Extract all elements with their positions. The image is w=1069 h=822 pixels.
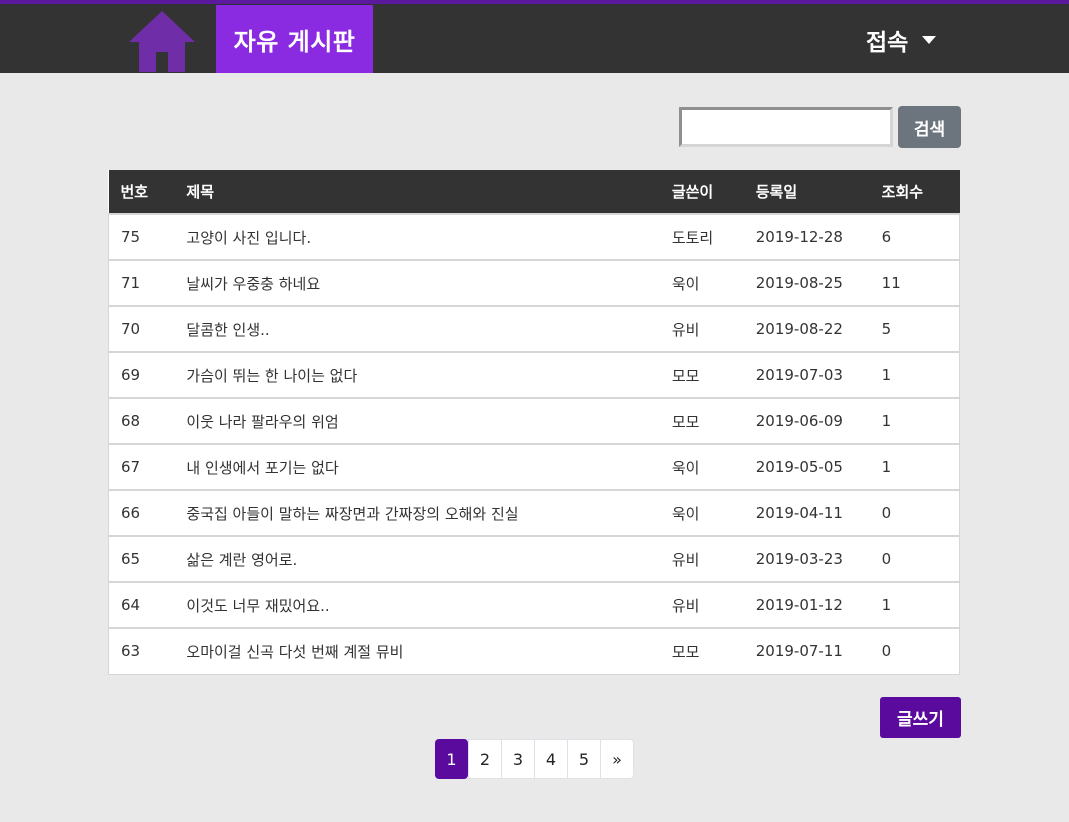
table-header-row: 번호 제목 글쓴이 등록일 조회수 bbox=[108, 170, 960, 214]
post-author: 모모 bbox=[659, 397, 744, 444]
connect-label: 접속 bbox=[866, 30, 909, 56]
post-title-link[interactable]: 이것도 너무 재밌어요.. bbox=[174, 581, 660, 628]
page-link-2[interactable]: 2 bbox=[468, 740, 501, 778]
search-input[interactable] bbox=[679, 107, 893, 147]
post-date: 2019-05-05 bbox=[743, 443, 870, 490]
post-views: 0 bbox=[869, 489, 960, 536]
post-number: 70 bbox=[108, 305, 175, 352]
table-row[interactable]: 66 중국집 아들이 말하는 짜장면과 간짜장의 오해와 진실 욱이 2019-… bbox=[108, 489, 960, 536]
post-author: 욱이 bbox=[659, 489, 744, 536]
post-number: 75 bbox=[108, 213, 175, 260]
post-author: 모모 bbox=[659, 351, 744, 398]
connect-dropdown[interactable]: 접속 bbox=[866, 24, 937, 56]
post-date: 2019-01-12 bbox=[743, 581, 870, 628]
post-title-link[interactable]: 삶은 계란 영어로. bbox=[174, 535, 660, 582]
post-title-link[interactable]: 날씨가 우중충 하네요 bbox=[174, 259, 660, 306]
page-link-5[interactable]: 5 bbox=[567, 740, 600, 778]
table-row[interactable]: 71 날씨가 우중충 하네요 욱이 2019-08-25 11 bbox=[108, 259, 960, 306]
post-date: 2019-03-23 bbox=[743, 535, 870, 582]
post-author: 욱이 bbox=[659, 443, 744, 490]
table-row[interactable]: 63 오마이걸 신곡 다섯 번째 계절 뮤비 모모 2019-07-11 0 bbox=[108, 627, 960, 675]
house-icon bbox=[129, 11, 195, 72]
post-author: 유비 bbox=[659, 581, 744, 628]
post-author: 모모 bbox=[659, 627, 744, 675]
post-number: 63 bbox=[108, 627, 175, 675]
post-title-link[interactable]: 이웃 나라 팔라우의 위엄 bbox=[174, 397, 660, 444]
post-title-link[interactable]: 가슴이 뛰는 한 나이는 없다 bbox=[174, 351, 660, 398]
post-views: 1 bbox=[869, 397, 960, 444]
top-navbar: 자유 게시판 접속 bbox=[0, 0, 1069, 73]
post-views: 1 bbox=[869, 351, 960, 398]
post-table: 번호 제목 글쓴이 등록일 조회수 75 고양이 사진 입니다. 도토리 201… bbox=[108, 170, 960, 675]
search-button[interactable]: 검색 bbox=[898, 106, 961, 148]
post-author: 유비 bbox=[659, 305, 744, 352]
post-number: 65 bbox=[108, 535, 175, 582]
post-views: 1 bbox=[869, 581, 960, 628]
table-row[interactable]: 65 삶은 계란 영어로. 유비 2019-03-23 0 bbox=[108, 535, 960, 582]
next-page-link[interactable]: » bbox=[600, 740, 633, 778]
post-title-link[interactable]: 오마이걸 신곡 다섯 번째 계절 뮤비 bbox=[174, 627, 660, 675]
table-row[interactable]: 75 고양이 사진 입니다. 도토리 2019-12-28 6 bbox=[108, 213, 960, 260]
post-number: 71 bbox=[108, 259, 175, 306]
post-date: 2019-12-28 bbox=[743, 213, 870, 260]
board-title-tab[interactable]: 자유 게시판 bbox=[216, 5, 373, 73]
post-title-link[interactable]: 중국집 아들이 말하는 짜장면과 간짜장의 오해와 진실 bbox=[174, 489, 660, 536]
pagination: 1 2 3 4 5 » bbox=[435, 739, 634, 779]
column-header-date: 등록일 bbox=[755, 183, 798, 201]
post-number: 64 bbox=[108, 581, 175, 628]
page-link-3[interactable]: 3 bbox=[501, 740, 534, 778]
table-row[interactable]: 67 내 인생에서 포기는 없다 욱이 2019-05-05 1 bbox=[108, 443, 960, 490]
post-views: 5 bbox=[869, 305, 960, 352]
home-link[interactable] bbox=[127, 8, 197, 72]
post-number: 69 bbox=[108, 351, 175, 398]
table-row[interactable]: 64 이것도 너무 재밌어요.. 유비 2019-01-12 1 bbox=[108, 581, 960, 628]
post-title-link[interactable]: 내 인생에서 포기는 없다 bbox=[174, 443, 660, 490]
table-row[interactable]: 68 이웃 나라 팔라우의 위엄 모모 2019-06-09 1 bbox=[108, 397, 960, 444]
post-date: 2019-08-22 bbox=[743, 305, 870, 352]
post-views: 11 bbox=[869, 259, 960, 306]
table-row[interactable]: 70 달콤한 인생.. 유비 2019-08-22 5 bbox=[108, 305, 960, 352]
column-header-author: 글쓴이 bbox=[671, 183, 714, 201]
post-title-link[interactable]: 고양이 사진 입니다. bbox=[174, 213, 660, 260]
post-author: 도토리 bbox=[659, 213, 744, 260]
post-views: 1 bbox=[869, 443, 960, 490]
post-date: 2019-07-11 bbox=[743, 627, 870, 675]
post-date: 2019-04-11 bbox=[743, 489, 870, 536]
column-header-title: 제목 bbox=[186, 183, 214, 201]
post-author: 유비 bbox=[659, 535, 744, 582]
post-views: 6 bbox=[869, 213, 960, 260]
post-number: 68 bbox=[108, 397, 175, 444]
post-date: 2019-06-09 bbox=[743, 397, 870, 444]
post-date: 2019-08-25 bbox=[743, 259, 870, 306]
write-post-button[interactable]: 글쓰기 bbox=[880, 697, 961, 738]
column-header-views: 조회수 bbox=[881, 183, 924, 201]
table-row[interactable]: 69 가슴이 뛰는 한 나이는 없다 모모 2019-07-03 1 bbox=[108, 351, 960, 398]
post-views: 0 bbox=[869, 627, 960, 675]
page-link-1[interactable]: 1 bbox=[435, 739, 468, 779]
post-author: 욱이 bbox=[659, 259, 744, 306]
caret-down-icon bbox=[922, 36, 937, 44]
page-link-4[interactable]: 4 bbox=[534, 740, 567, 778]
post-number: 67 bbox=[108, 443, 175, 490]
post-number: 66 bbox=[108, 489, 175, 536]
post-title-link[interactable]: 달콤한 인생.. bbox=[174, 305, 660, 352]
post-date: 2019-07-03 bbox=[743, 351, 870, 398]
post-views: 0 bbox=[869, 535, 960, 582]
column-header-number: 번호 bbox=[120, 183, 149, 201]
